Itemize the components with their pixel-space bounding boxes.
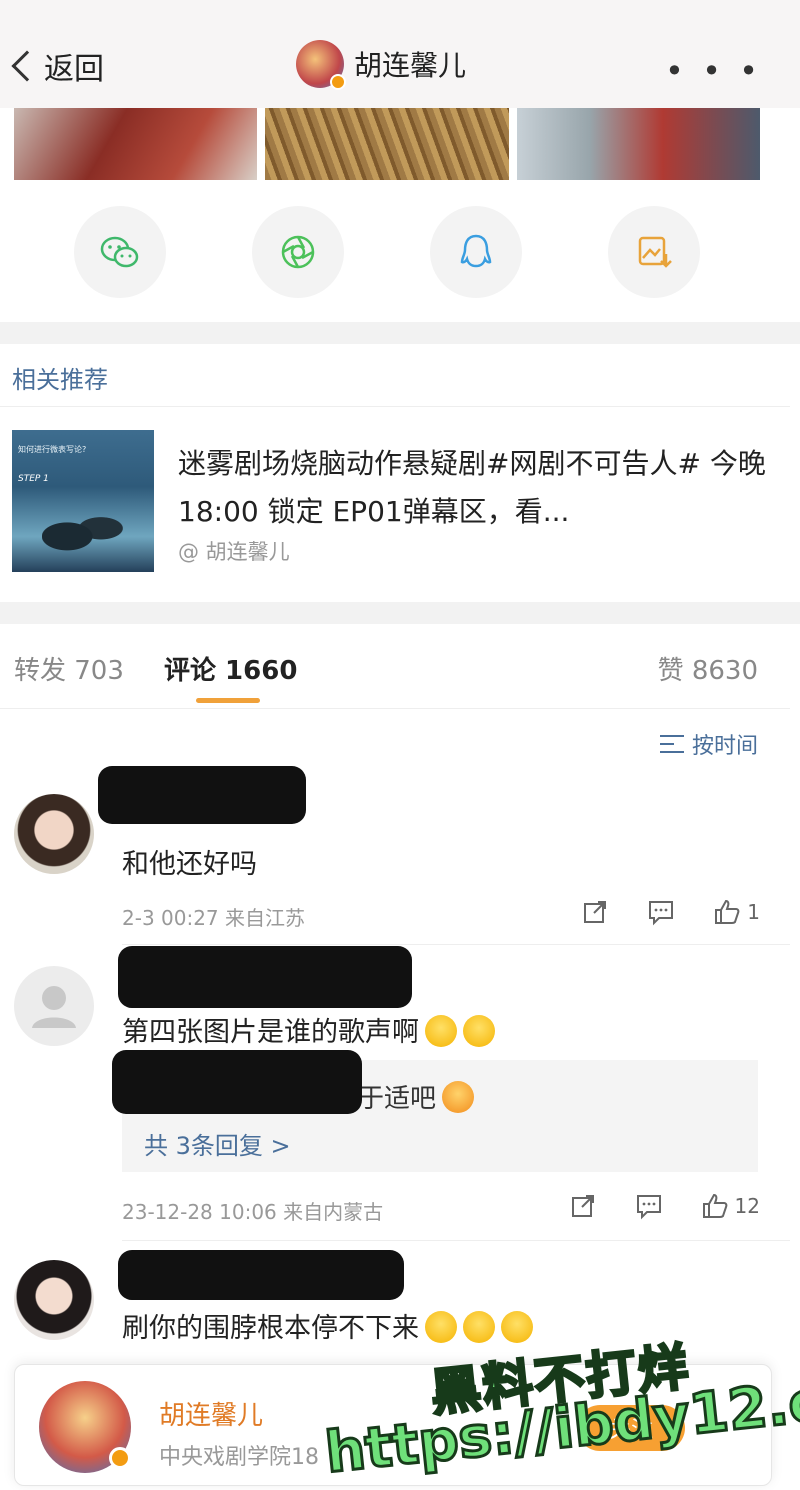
save-image-icon <box>638 236 672 268</box>
reply-button[interactable] <box>647 898 675 926</box>
like-button[interactable]: 1 <box>713 898 760 926</box>
section-divider <box>0 322 800 344</box>
related-section-title: 相关推荐 <box>12 366 108 394</box>
avatar[interactable] <box>14 794 94 874</box>
crying-emoji-icon <box>425 1310 457 1343</box>
redacted-reply-author <box>112 1050 362 1114</box>
thumbs-up-icon <box>702 1193 727 1218</box>
redacted-username <box>118 1250 404 1300</box>
tab-repost[interactable]: 转发 703 <box>14 650 124 687</box>
moments-icon <box>281 235 315 269</box>
thumbs-up-icon <box>715 899 740 924</box>
post-image[interactable] <box>265 108 509 180</box>
related-post-card[interactable]: 知何进行微表写论? STEP 1 迷雾剧场烧脑动作悬疑剧#网剧不可告人# 今晚 … <box>12 426 782 576</box>
sort-label: 按时间 <box>691 734 758 759</box>
back-label: 返回 <box>44 52 104 87</box>
post-image[interactable] <box>516 108 760 180</box>
avatar[interactable] <box>39 1381 131 1473</box>
post-image-strip <box>14 108 760 180</box>
share-icon <box>571 1195 594 1217</box>
share-row <box>0 206 800 302</box>
related-post-text: 迷雾剧场烧脑动作悬疑剧#网剧不可告人# 今晚 18:00 锁定 EP01弹幕区，… <box>178 447 766 528</box>
active-tab-indicator <box>196 698 260 703</box>
crying-emoji-icon <box>463 1310 495 1343</box>
sort-by-time-button[interactable]: 按时间 <box>659 728 758 760</box>
top-nav-bar: 返回 胡连馨儿 • • • <box>0 0 800 108</box>
interaction-tabs: 转发 703 评论 1660 赞 8630 <box>0 640 800 703</box>
divider <box>122 944 790 945</box>
page-title: 胡连馨儿 <box>354 49 467 82</box>
tab-comments[interactable]: 评论 1660 <box>164 650 297 687</box>
redacted-username <box>118 946 412 1008</box>
comment-text-row: 第四张图片是谁的歌声啊 <box>122 1010 495 1050</box>
wechat-icon <box>100 236 139 268</box>
qq-icon <box>460 234 492 268</box>
sort-icon <box>659 735 684 753</box>
divider <box>0 708 790 709</box>
redacted-username <box>98 766 306 824</box>
view-replies-link[interactable]: 共 3条回复 > <box>144 1126 291 1161</box>
comment-actions: 12 <box>569 1192 760 1220</box>
comment-meta: 23-12-28 10:06 来自内蒙古 <box>122 1200 384 1224</box>
author-title[interactable]: 胡连馨儿 <box>296 40 467 90</box>
reply-text: 于适吧 <box>358 1084 437 1114</box>
weibo-post-detail: 返回 胡连馨儿 • • • 相关推荐 知何进行微表写论? STEP 1 迷雾剧场… <box>0 0 800 1490</box>
related-post-source: @ 胡连馨儿 <box>178 540 290 564</box>
thumbnail-figures <box>42 504 126 558</box>
comment-text-row: 刷你的围脖根本停不下来 <box>122 1306 533 1346</box>
related-post-thumbnail: 知何进行微表写论? STEP 1 <box>12 430 154 572</box>
divider <box>122 1240 790 1241</box>
comment-icon <box>636 1195 661 1220</box>
comment-icon <box>649 901 674 926</box>
share-button[interactable] <box>569 1192 597 1220</box>
share-qq-button[interactable] <box>430 206 522 298</box>
back-button[interactable]: 返回 <box>10 44 104 88</box>
reply-button[interactable] <box>635 1192 663 1220</box>
default-avatar[interactable] <box>14 966 94 1046</box>
share-wechat-button[interactable] <box>74 206 166 298</box>
crying-emoji-icon <box>501 1310 533 1343</box>
avatar[interactable] <box>14 1260 94 1340</box>
save-image-button[interactable] <box>608 206 700 298</box>
thumbnail-step: STEP 1 <box>18 474 49 484</box>
verified-badge-icon <box>330 74 346 90</box>
comment-text: 刷你的围脖根本停不下来 <box>122 1313 419 1344</box>
author-name[interactable]: 胡连馨儿 <box>159 1395 263 1432</box>
comment-actions: 1 <box>581 898 760 926</box>
comment-text: 第四张图片是谁的歌声啊 <box>122 1017 419 1048</box>
like-button[interactable]: 12 <box>701 1192 760 1220</box>
divider <box>0 406 790 407</box>
chevron-left-icon <box>11 50 43 82</box>
blush-emoji-icon <box>442 1080 475 1113</box>
share-icon <box>584 901 607 923</box>
tab-likes[interactable]: 赞 8630 <box>658 650 758 687</box>
section-divider <box>0 602 800 624</box>
reply-text-row: 于适吧 <box>358 1078 475 1116</box>
like-count: 1 <box>747 900 760 924</box>
comment-meta: 2-3 00:27 来自江苏 <box>122 906 306 930</box>
like-count: 12 <box>734 1194 760 1218</box>
avatar <box>296 40 346 90</box>
comment-text: 和他还好吗 <box>122 849 257 880</box>
smile-emoji-icon <box>463 1014 495 1047</box>
more-options-button[interactable]: • • • <box>665 52 762 90</box>
share-button[interactable] <box>581 898 609 926</box>
verified-badge-icon <box>109 1447 131 1469</box>
thumbnail-caption: 知何进行微表写论? <box>18 445 87 454</box>
post-image[interactable] <box>14 108 258 180</box>
user-icon <box>32 986 76 1028</box>
smile-emoji-icon <box>425 1014 457 1047</box>
share-moments-button[interactable] <box>252 206 344 298</box>
